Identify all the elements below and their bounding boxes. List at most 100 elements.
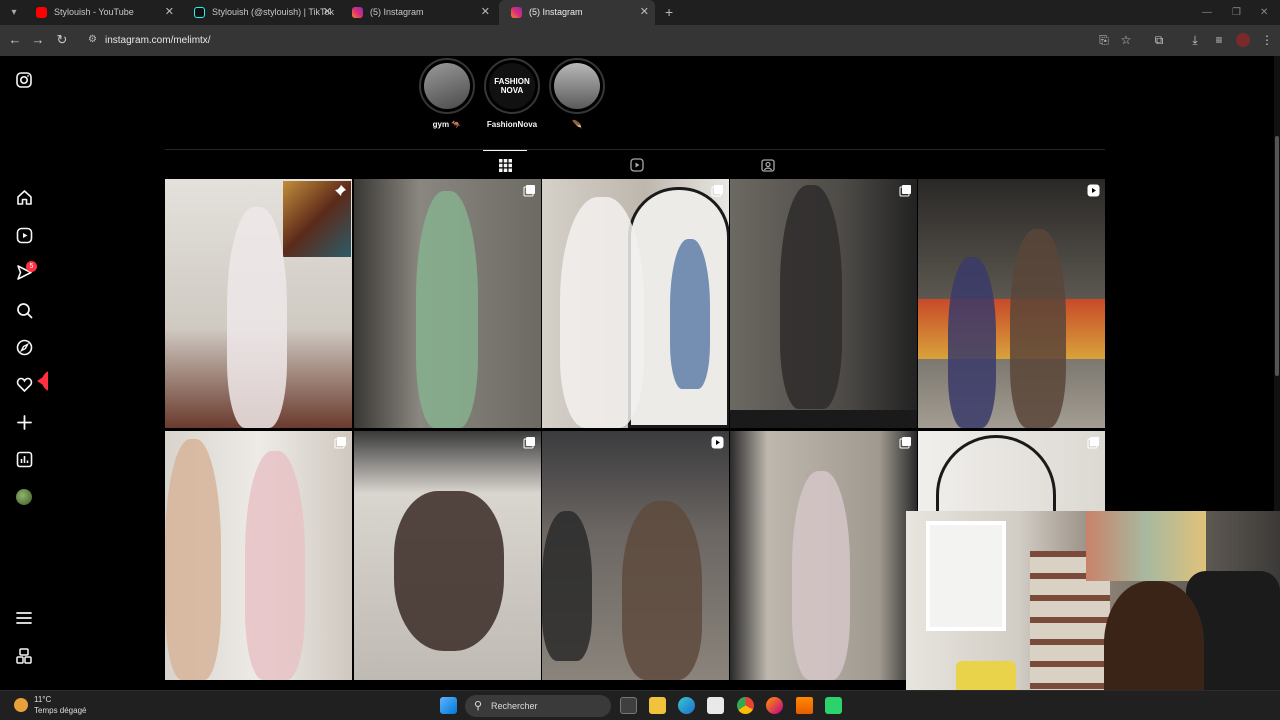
tagged-icon[interactable] <box>746 150 790 180</box>
post-tile[interactable] <box>918 179 1105 428</box>
carousel-icon <box>711 184 724 197</box>
file-explorer-icon[interactable] <box>649 697 666 714</box>
bookmark-star-icon[interactable]: ☆ <box>1119 33 1133 47</box>
browser-tab-youtube[interactable]: Stylouish - YouTube ✕ <box>24 0 180 25</box>
instagram-icon <box>352 7 363 18</box>
post-tile[interactable] <box>542 179 729 428</box>
highlight-gym[interactable]: gym 🦘 <box>419 58 475 129</box>
close-tab-icon[interactable]: ✕ <box>481 0 490 25</box>
highlight-label: 🪶 <box>572 120 582 129</box>
notifications-icon[interactable] <box>14 374 34 394</box>
also-from-meta-icon[interactable] <box>14 646 34 666</box>
chrome-icon[interactable] <box>737 697 754 714</box>
scrollbar-thumb[interactable] <box>1275 136 1279 376</box>
weather-widget[interactable]: 11°C Temps dégagé <box>14 694 86 716</box>
reels-tab-icon[interactable] <box>615 150 659 180</box>
carousel-icon <box>1087 436 1100 449</box>
highlight-fashionnova[interactable]: FASHION NOVA FashionNova <box>484 58 540 129</box>
create-icon[interactable] <box>14 412 34 432</box>
highlight-label: FashionNova <box>486 120 538 129</box>
app-icon[interactable] <box>825 697 842 714</box>
profile-avatar-icon[interactable] <box>1236 33 1250 47</box>
person-figure <box>227 207 287 428</box>
post-tile[interactable] <box>354 431 541 680</box>
instagram-icon <box>511 7 522 18</box>
browser-tab-instagram[interactable]: (5) Instagram ✕ <box>340 0 496 25</box>
carousel-icon <box>523 184 536 197</box>
coach-figure <box>542 511 592 661</box>
new-tab-button[interactable]: + <box>665 0 673 25</box>
highlight-feather[interactable]: 🪶 <box>549 58 605 129</box>
restore-button[interactable]: ❐ <box>1232 0 1241 25</box>
posters <box>1086 511 1206 581</box>
instagram-sidebar: 5 ●1 ♥13 ♟8 <box>0 56 137 690</box>
person-figure <box>394 491 504 651</box>
browser-tab-instagram-active[interactable]: (5) Instagram ✕ <box>499 0 655 25</box>
temperature: 11°C <box>34 695 52 704</box>
carousel-icon <box>334 436 347 449</box>
pinned-icon <box>334 184 347 197</box>
address-bar[interactable]: ⚙ instagram.com/melimtx/ <box>80 28 1090 53</box>
highlight-ring <box>549 58 605 114</box>
explore-icon[interactable] <box>14 337 34 357</box>
home-icon[interactable] <box>14 187 34 207</box>
extensions-icon[interactable]: ⧉ <box>1152 33 1166 47</box>
post-tile[interactable] <box>354 179 541 428</box>
tab-search-icon[interactable]: ▾ <box>6 5 22 21</box>
site-info-icon[interactable]: ⚙ <box>88 34 100 46</box>
highlight-label: gym 🦘 <box>432 120 462 129</box>
reel-icon <box>711 436 724 449</box>
carousel-icon <box>523 436 536 449</box>
weather-condition: Temps dégagé <box>34 706 87 715</box>
taskbar-search[interactable]: ⚲ Rechercher <box>465 695 611 717</box>
downloads-icon[interactable]: ⤓ <box>1188 33 1202 47</box>
carousel-icon <box>899 184 912 197</box>
close-tab-icon[interactable]: ✕ <box>323 0 332 25</box>
search-icon: ⚲ <box>474 700 483 712</box>
reload-button[interactable]: ↻ <box>54 32 70 48</box>
post-tile[interactable] <box>165 431 352 680</box>
media-control-icon[interactable]: ≡ <box>1212 33 1226 47</box>
tab-title: (5) Instagram <box>529 7 583 17</box>
fashionnova-logo: FASHION NOVA <box>489 63 535 109</box>
post-tile[interactable] <box>730 431 917 680</box>
reflection-figure <box>670 239 710 389</box>
vlc-icon[interactable] <box>796 697 813 714</box>
close-tab-icon[interactable]: ✕ <box>165 0 174 25</box>
close-window-button[interactable]: ✕ <box>1260 0 1268 25</box>
store-icon[interactable] <box>707 697 724 714</box>
weather-sun-icon <box>14 698 28 712</box>
messages-badge: 5 <box>26 261 37 272</box>
close-tab-icon[interactable]: ✕ <box>640 0 649 25</box>
post-tile[interactable] <box>730 179 917 428</box>
highlight-ring: FASHION NOVA <box>484 58 540 114</box>
more-menu-icon[interactable] <box>14 608 34 628</box>
forward-button[interactable]: → <box>30 32 46 48</box>
person-figure <box>622 501 702 680</box>
window <box>926 521 1006 631</box>
carousel-icon <box>899 436 912 449</box>
post-tile[interactable] <box>165 179 352 428</box>
selfie-face <box>165 439 221 680</box>
task-view-icon[interactable] <box>620 697 637 714</box>
person-figure <box>792 471 850 680</box>
reels-icon[interactable] <box>14 225 34 245</box>
person-figure <box>780 185 842 409</box>
post-tile[interactable] <box>542 431 729 680</box>
windows-start-icon[interactable] <box>440 697 457 714</box>
minimize-button[interactable]: — <box>1202 0 1212 25</box>
install-app-icon[interactable]: ⎘ <box>1097 33 1111 47</box>
search-icon[interactable] <box>14 300 34 320</box>
back-button[interactable]: ← <box>7 32 23 48</box>
instagram-logo-icon[interactable] <box>14 70 34 90</box>
firefox-icon[interactable] <box>766 697 783 714</box>
profile-avatar[interactable] <box>14 487 34 507</box>
tab-title: Stylouish (@stylouish) | TikTok <box>212 7 335 17</box>
dashboard-icon[interactable] <box>14 449 34 469</box>
grid-icon[interactable] <box>483 150 527 180</box>
tab-title: Stylouish - YouTube <box>54 7 134 17</box>
youtube-icon <box>36 7 47 18</box>
edge-icon[interactable] <box>678 697 695 714</box>
browser-tab-tiktok[interactable]: Stylouish (@stylouish) | TikTok ✕ <box>182 0 338 25</box>
browser-menu-icon[interactable]: ⋮ <box>1260 33 1274 47</box>
